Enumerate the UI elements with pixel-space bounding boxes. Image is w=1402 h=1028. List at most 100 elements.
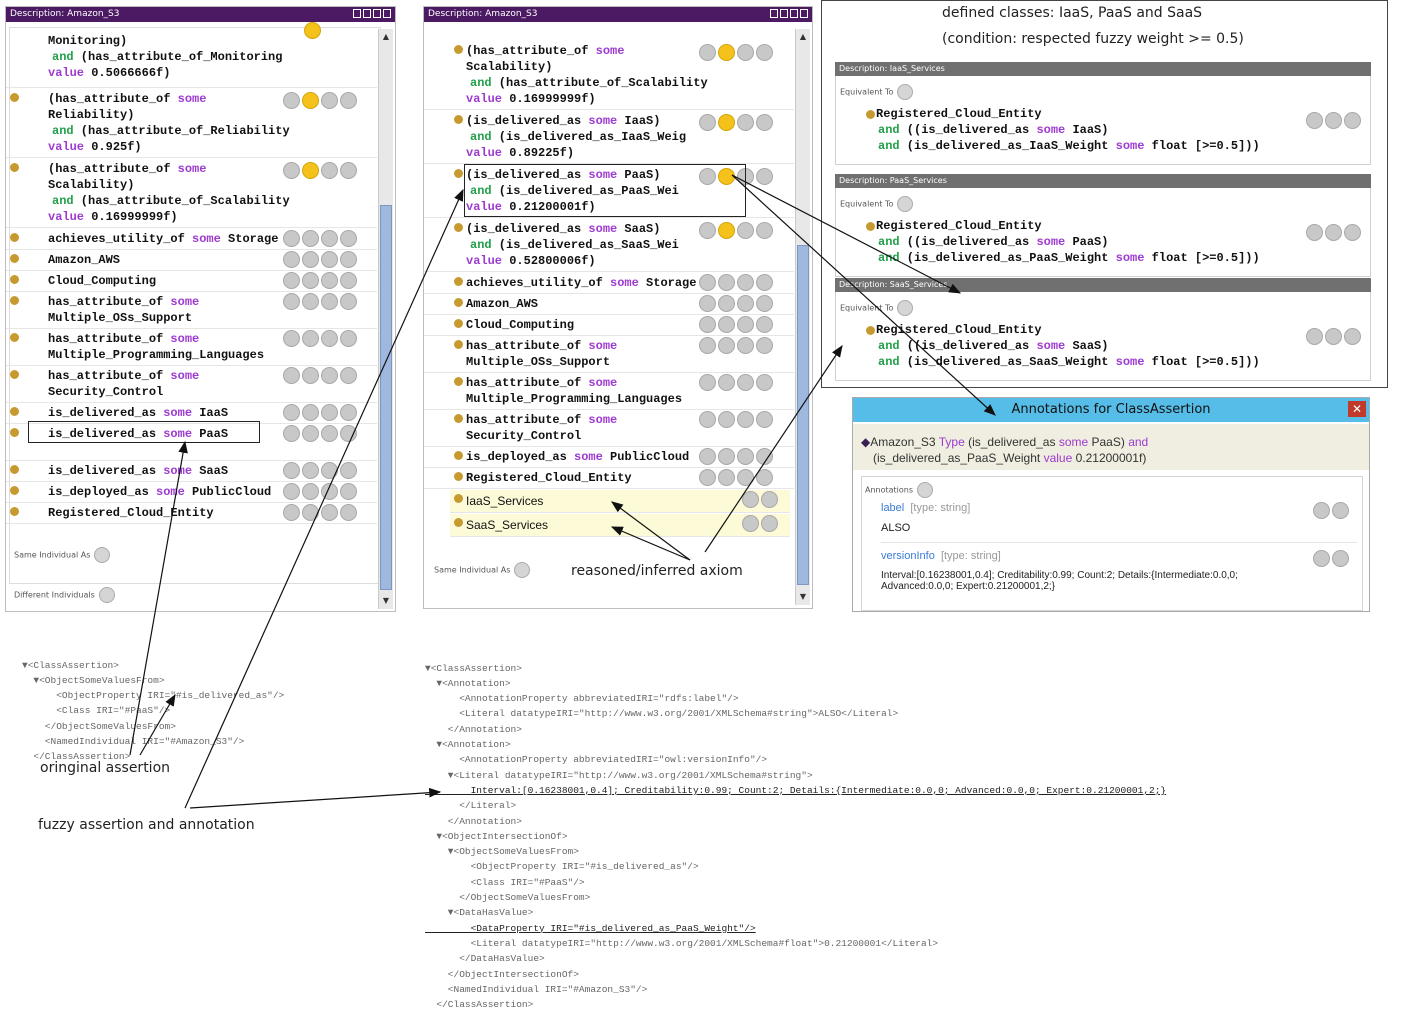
- action-icon[interactable]: [756, 469, 773, 486]
- action-icon[interactable]: [1325, 328, 1342, 345]
- action-icon[interactable]: [321, 367, 338, 384]
- action-icon[interactable]: [742, 491, 759, 508]
- action-icon[interactable]: [283, 425, 300, 442]
- action-icon[interactable]: [321, 230, 338, 247]
- action-icon[interactable]: [1313, 502, 1330, 519]
- equivalent-class-expression[interactable]: Registered_Cloud_Entity and ((is_deliver…: [862, 106, 1362, 156]
- scroll-down-icon[interactable]: ▼: [796, 591, 810, 603]
- action-icon[interactable]: [302, 504, 319, 521]
- list-item[interactable]: (is_delivered_as some IaaS) and (is_deli…: [424, 111, 794, 164]
- action-icon[interactable]: [302, 251, 319, 268]
- action-icon[interactable]: [699, 274, 716, 291]
- action-icon[interactable]: [718, 274, 735, 291]
- action-icon[interactable]: [737, 316, 754, 333]
- remove-icon[interactable]: [321, 162, 338, 179]
- action-icon[interactable]: [699, 411, 716, 428]
- action-icon[interactable]: [302, 330, 319, 347]
- explain-icon[interactable]: [718, 114, 735, 131]
- action-icon[interactable]: [302, 462, 319, 479]
- action-icon[interactable]: [699, 316, 716, 333]
- action-icon[interactable]: [737, 44, 754, 61]
- action-icon[interactable]: [756, 411, 773, 428]
- list-item[interactable]: Amazon_AWS: [6, 250, 377, 271]
- action-icon[interactable]: [742, 515, 759, 532]
- action-icon[interactable]: [1344, 224, 1361, 241]
- action-icon[interactable]: [1325, 112, 1342, 129]
- action-icon[interactable]: [340, 251, 357, 268]
- action-icon[interactable]: [699, 469, 716, 486]
- action-icon[interactable]: [756, 316, 773, 333]
- middle-panel-scrollbar[interactable]: ▲ ▼: [795, 29, 810, 605]
- window-control-icon[interactable]: [770, 9, 778, 18]
- list-item[interactable]: Registered_Cloud_Entity: [424, 468, 794, 489]
- action-icon[interactable]: [737, 295, 754, 312]
- action-icon[interactable]: [718, 448, 735, 465]
- action-icon[interactable]: [340, 504, 357, 521]
- action-icon[interactable]: [283, 462, 300, 479]
- action-icon[interactable]: [321, 251, 338, 268]
- window-control-icon[interactable]: [790, 9, 798, 18]
- add-icon[interactable]: [897, 196, 914, 212]
- action-icon[interactable]: [737, 411, 754, 428]
- add-icon[interactable]: [98, 587, 115, 603]
- edit-icon[interactable]: [340, 162, 357, 179]
- action-icon[interactable]: [283, 504, 300, 521]
- action-icon[interactable]: [718, 295, 735, 312]
- action-icon[interactable]: [1344, 112, 1361, 129]
- add-icon[interactable]: [897, 84, 914, 100]
- action-icon[interactable]: [340, 293, 357, 310]
- action-icon[interactable]: [756, 168, 773, 185]
- action-icon[interactable]: [283, 230, 300, 247]
- action-icon[interactable]: [699, 295, 716, 312]
- action-icon[interactable]: [756, 448, 773, 465]
- action-icon[interactable]: [283, 404, 300, 421]
- window-control-icon[interactable]: [353, 9, 361, 18]
- action-icon[interactable]: [302, 230, 319, 247]
- annotation-versioninfo-row[interactable]: versionInfo [type: string] Interval:[0.1…: [881, 550, 1357, 606]
- action-icon[interactable]: [1332, 550, 1349, 567]
- action-icon[interactable]: [761, 515, 778, 532]
- action-icon[interactable]: [321, 483, 338, 500]
- window-control-icon[interactable]: [363, 9, 371, 18]
- action-icon[interactable]: [340, 272, 357, 289]
- add-icon[interactable]: [94, 547, 111, 563]
- action-icon[interactable]: [321, 504, 338, 521]
- list-item[interactable]: (has_attribute_of some Scalability) and …: [6, 159, 377, 228]
- inferred-list-item[interactable]: IaaS_Services: [450, 490, 790, 513]
- list-item[interactable]: has_attribute_of some Multiple_Programmi…: [424, 373, 794, 410]
- explain-icon[interactable]: [718, 44, 735, 61]
- action-icon[interactable]: [321, 293, 338, 310]
- list-item[interactable]: has_attribute_of some Security_Control: [424, 410, 794, 447]
- explain-icon[interactable]: [302, 92, 319, 109]
- list-item[interactable]: Cloud_Computing: [424, 315, 794, 336]
- list-item[interactable]: has_attribute_of some Security_Control: [6, 366, 377, 403]
- window-control-icon[interactable]: [373, 9, 381, 18]
- scroll-down-icon[interactable]: ▼: [379, 595, 393, 607]
- action-icon[interactable]: [737, 222, 754, 239]
- action-icon[interactable]: [321, 404, 338, 421]
- list-item[interactable]: has_attribute_of some Multiple_OSs_Suppo…: [424, 336, 794, 373]
- list-item[interactable]: Amazon_AWS: [424, 294, 794, 315]
- action-icon[interactable]: [340, 425, 357, 442]
- help-icon[interactable]: [283, 92, 300, 109]
- action-icon[interactable]: [321, 425, 338, 442]
- add-icon[interactable]: [514, 562, 531, 578]
- action-icon[interactable]: [737, 337, 754, 354]
- action-icon[interactable]: [302, 367, 319, 384]
- action-icon[interactable]: [737, 274, 754, 291]
- list-item[interactable]: (is_delivered_as some SaaS) and (is_deli…: [424, 219, 794, 272]
- window-control-icon[interactable]: [383, 9, 391, 18]
- action-icon[interactable]: [718, 411, 735, 428]
- inferred-list-item[interactable]: SaaS_Services: [450, 514, 790, 537]
- action-icon[interactable]: [321, 272, 338, 289]
- list-item[interactable]: is_deployed_as some PublicCloud: [424, 447, 794, 468]
- action-icon[interactable]: [1306, 224, 1323, 241]
- action-icon[interactable]: [302, 272, 319, 289]
- action-icon[interactable]: [756, 222, 773, 239]
- action-icon[interactable]: [699, 222, 716, 239]
- action-icon[interactable]: [699, 448, 716, 465]
- action-icon[interactable]: [283, 293, 300, 310]
- action-icon[interactable]: [699, 337, 716, 354]
- edit-icon[interactable]: [340, 92, 357, 109]
- annotation-label-row[interactable]: label [type: string] ALSO: [881, 502, 1357, 543]
